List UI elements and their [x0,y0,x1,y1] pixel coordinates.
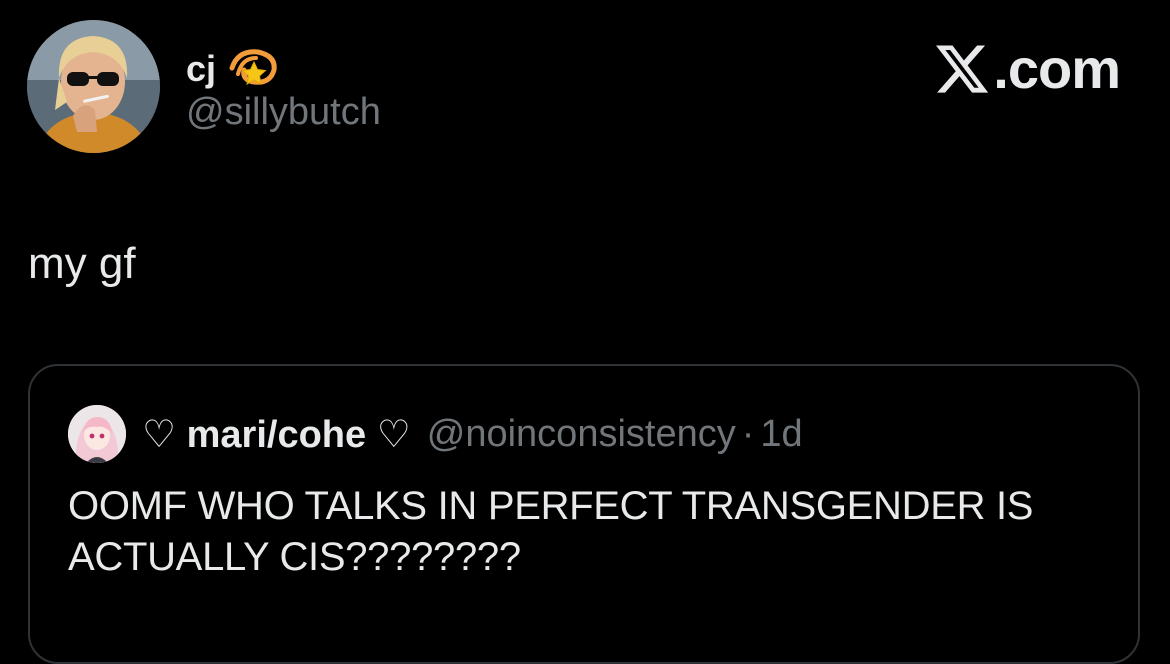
x-com-brand: .com [933,37,1121,100]
quoted-post-separator: · [741,412,755,455]
x-logo-icon [936,45,989,93]
post-text: my gf [28,239,136,288]
quoted-post-timestamp[interactable]: 1d [760,413,802,456]
quoted-author-handle[interactable]: @noinconsistency [427,413,736,456]
dizzy-star-emoji-icon [228,44,280,95]
user-avatar-photo-icon [27,20,160,153]
author-name-row: cj [186,44,280,94]
quoted-author-avatar[interactable] [68,405,126,463]
author-avatar[interactable] [27,20,160,153]
quoted-author-display-name[interactable]: ♡ mari/cohe ♡ [142,412,411,457]
author-handle[interactable]: @sillybutch [186,91,381,134]
anime-avatar-photo-icon [68,405,126,463]
quoted-post-header: ♡ mari/cohe ♡ @noinconsistency · 1d [68,404,803,464]
quoted-post-text: OOMF WHO TALKS IN PERFECT TRANSGENDER IS… [68,484,1034,580]
brand-domain-label: .com [993,37,1121,100]
quoted-post-card[interactable]: ♡ mari/cohe ♡ @noinconsistency · 1d OOMF… [28,364,1140,664]
author-display-name[interactable]: cj [186,51,216,87]
